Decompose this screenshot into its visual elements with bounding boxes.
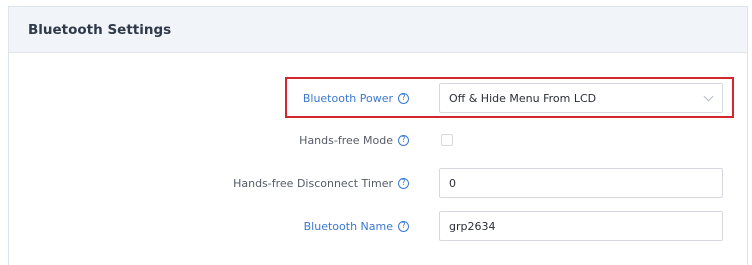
highlight-box	[285, 77, 734, 118]
help-icon[interactable]: ?	[398, 220, 409, 232]
bluetooth-name-row: Bluetooth Name ? grp2634	[9, 211, 747, 241]
help-icon[interactable]: ?	[398, 177, 409, 189]
handsfree-mode-label-wrap: Hands-free Mode ?	[299, 125, 409, 155]
handsfree-disconnect-timer-label: Hands-free Disconnect Timer	[233, 176, 393, 190]
handsfree-disconnect-timer-value: 0	[449, 176, 456, 190]
handsfree-mode-row: Hands-free Mode ?	[9, 125, 747, 155]
handsfree-disconnect-timer-row: Hands-free Disconnect Timer ? 0	[9, 168, 747, 198]
handsfree-mode-checkbox[interactable]	[441, 134, 453, 146]
bluetooth-name-input[interactable]: grp2634	[439, 211, 723, 241]
handsfree-disconnect-timer-label-wrap: Hands-free Disconnect Timer ?	[233, 168, 409, 198]
bluetooth-name-label: Bluetooth Name	[303, 219, 393, 233]
help-icon[interactable]: ?	[398, 134, 409, 146]
panel-title: Bluetooth Settings	[28, 21, 172, 38]
bluetooth-name-value: grp2634	[449, 219, 496, 233]
handsfree-disconnect-timer-input[interactable]: 0	[439, 168, 723, 198]
bluetooth-name-label-wrap: Bluetooth Name ?	[304, 211, 409, 241]
panel-header: Bluetooth Settings	[9, 7, 747, 53]
handsfree-mode-label: Hands-free Mode	[299, 133, 393, 147]
bluetooth-settings-panel: Bluetooth Settings Bluetooth Power ? Off…	[8, 6, 748, 265]
